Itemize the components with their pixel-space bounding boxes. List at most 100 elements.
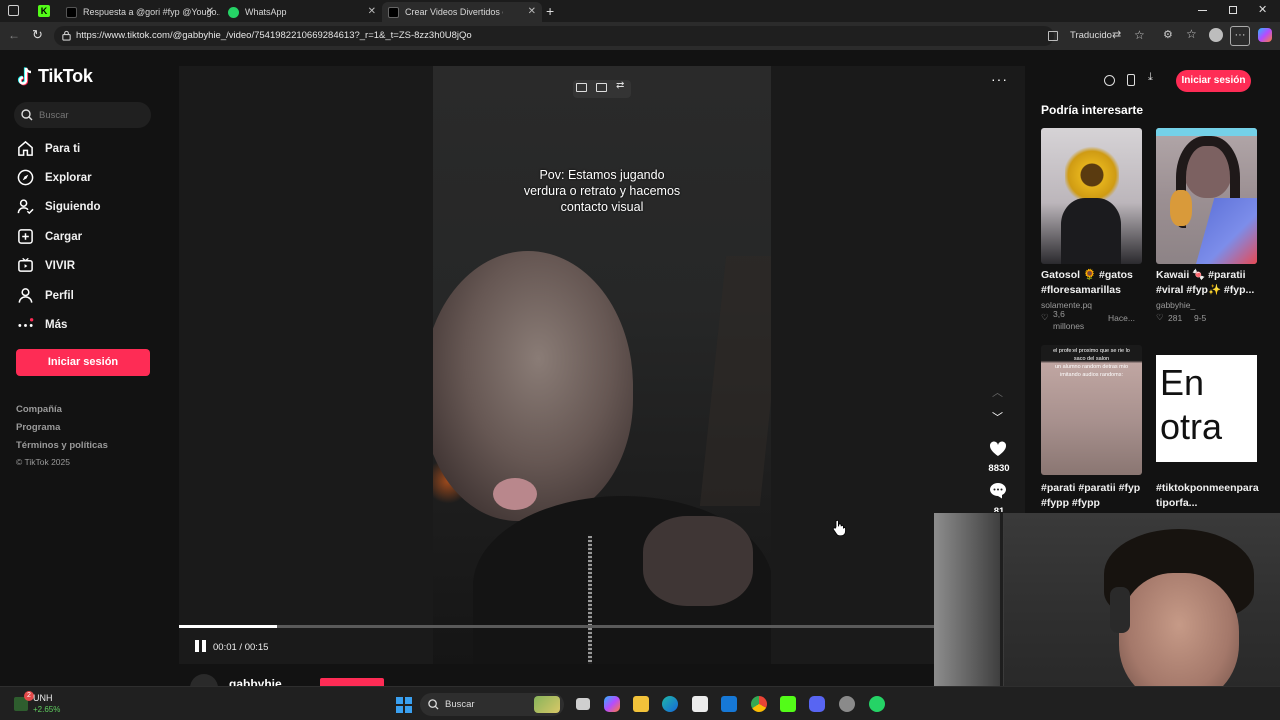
prev-video-icon[interactable]: ︿ bbox=[992, 384, 1003, 400]
tab-title: Crear Videos Divertidos con ... bbox=[405, 7, 503, 17]
taskbar-search[interactable]: Buscar bbox=[420, 693, 564, 716]
kick-icon[interactable] bbox=[780, 696, 796, 712]
nav-para-ti[interactable]: Para ti bbox=[17, 140, 80, 157]
close-window-icon[interactable]: ✕ bbox=[1258, 3, 1267, 16]
compass-icon bbox=[17, 169, 34, 186]
windows-taskbar: 2 UNH +2.65% Buscar bbox=[0, 686, 1280, 720]
progress-track[interactable] bbox=[179, 625, 934, 628]
search-bar[interactable] bbox=[14, 102, 151, 128]
suggestion-thumbnail[interactable] bbox=[1041, 128, 1142, 264]
video-player[interactable]: ⇄ Pov: Estamos jugando verdura o retrato… bbox=[179, 66, 1025, 664]
copilot-app-icon[interactable] bbox=[604, 696, 620, 712]
close-tab-icon[interactable]: ✕ bbox=[368, 6, 376, 17]
nav-label: Más bbox=[45, 318, 68, 331]
video-frame[interactable]: ⇄ Pov: Estamos jugando verdura o retrato… bbox=[433, 66, 771, 664]
pause-icon[interactable] bbox=[195, 640, 206, 652]
compass-tool-icon[interactable] bbox=[1104, 75, 1115, 86]
close-tab-icon[interactable]: ✕ bbox=[528, 6, 536, 17]
login-button[interactable]: Iniciar sesión bbox=[16, 349, 150, 376]
whatsapp-icon[interactable] bbox=[869, 696, 885, 712]
translate-video-icon[interactable]: ⇄ bbox=[616, 80, 624, 91]
nav-label: VIVIR bbox=[45, 259, 76, 272]
author-name[interactable]: gabbyhie_ bbox=[229, 677, 288, 686]
minimize-icon[interactable] bbox=[1198, 10, 1207, 11]
download-tool-icon[interactable]: ⤓ bbox=[1148, 71, 1153, 84]
favorite-star-icon[interactable]: ☆ bbox=[1134, 28, 1145, 42]
nav-vivir[interactable]: VIVIR bbox=[17, 257, 75, 274]
cat-shape bbox=[1061, 198, 1121, 264]
chrome-icon[interactable] bbox=[751, 696, 767, 712]
follow-button[interactable] bbox=[320, 678, 384, 686]
suggestion-thumbnail[interactable]: En otra bbox=[1156, 355, 1257, 462]
footer-terms[interactable]: Términos y políticas bbox=[16, 440, 108, 451]
pip-icon[interactable] bbox=[576, 83, 587, 92]
pinned-tab-icon[interactable]: K bbox=[38, 5, 50, 17]
file-explorer-icon[interactable] bbox=[633, 696, 649, 712]
search-input[interactable] bbox=[39, 107, 139, 123]
search-icon bbox=[21, 109, 33, 121]
reader-icon[interactable] bbox=[1048, 31, 1058, 41]
nav-siguiendo[interactable]: Siguiendo bbox=[17, 198, 101, 215]
footer-company[interactable]: Compañía bbox=[16, 404, 62, 415]
suggestion-thumbnail[interactable]: el profe:el proximo que se rie lo saco d… bbox=[1041, 345, 1142, 475]
upload-icon bbox=[18, 229, 33, 244]
nav-perfil[interactable]: Perfil bbox=[17, 287, 74, 304]
sunflower-shape bbox=[1065, 146, 1119, 204]
close-tab-icon[interactable]: ✕ bbox=[206, 6, 214, 17]
nav-mas[interactable]: Más bbox=[17, 316, 67, 333]
more-icon bbox=[18, 318, 34, 327]
start-button-icon[interactable] bbox=[396, 697, 412, 713]
edge-icon[interactable] bbox=[662, 696, 678, 712]
tab-whatsapp[interactable]: WhatsApp ✕ bbox=[222, 2, 382, 22]
sidebar-toggle-icon[interactable] bbox=[8, 5, 19, 16]
nav-label: Perfil bbox=[45, 289, 74, 302]
more-options-icon[interactable]: ··· bbox=[991, 71, 1008, 87]
tab-crear-videos[interactable]: Crear Videos Divertidos con ... ✕ bbox=[382, 2, 542, 22]
game-character-shape bbox=[1170, 190, 1192, 226]
comment-icon[interactable] bbox=[989, 482, 1007, 499]
card-like-icon: ♡ bbox=[1156, 312, 1164, 322]
profile-avatar-icon[interactable] bbox=[1209, 28, 1223, 42]
next-video-icon[interactable]: ﹀ bbox=[992, 409, 1003, 425]
card-time: 9-5 bbox=[1194, 313, 1207, 323]
person-head-shape bbox=[433, 251, 633, 521]
reload-icon[interactable]: ↻ bbox=[32, 27, 43, 43]
new-tab-icon[interactable]: + bbox=[546, 3, 554, 19]
like-heart-icon[interactable] bbox=[989, 441, 1007, 457]
discord-icon[interactable] bbox=[809, 696, 825, 712]
translate-icon[interactable]: ⇄ bbox=[1112, 28, 1121, 41]
card-title: Kawaii 🍬 #paratii #viral #fyp✨ #fyp... bbox=[1156, 269, 1255, 296]
hand-cursor-icon bbox=[832, 519, 846, 536]
person-lips-shape bbox=[493, 478, 537, 510]
extensions-icon[interactable]: ⚙ bbox=[1163, 28, 1173, 41]
back-icon[interactable]: ← bbox=[8, 28, 20, 42]
tab-respuesta[interactable]: Respuesta a @gori #fyp @Yougo... ✕ bbox=[60, 2, 220, 22]
site-info-icon[interactable] bbox=[61, 30, 72, 41]
whatsapp-tab-icon bbox=[228, 6, 239, 18]
phone-tool-icon[interactable] bbox=[1127, 74, 1135, 86]
thumbnail-overlay-text: En otra bbox=[1160, 362, 1223, 447]
footer-copyright: © TikTok 2025 bbox=[16, 457, 70, 467]
header-login-button[interactable]: Iniciar sesión bbox=[1176, 70, 1251, 92]
task-view-icon[interactable] bbox=[576, 698, 590, 710]
tiktok-logo[interactable]: TikTok bbox=[17, 66, 93, 87]
search-icon bbox=[428, 699, 439, 710]
restore-icon[interactable] bbox=[1229, 6, 1237, 14]
store-icon[interactable] bbox=[692, 696, 708, 712]
stock-widget[interactable]: 2 UNH +2.65% bbox=[8, 691, 88, 717]
suggestion-thumbnail[interactable] bbox=[1156, 128, 1257, 264]
settings-app-icon[interactable] bbox=[839, 696, 855, 712]
copilot-icon[interactable] bbox=[1258, 28, 1272, 42]
url-field[interactable]: https://www.tiktok.com/@gabbyhie_/video/… bbox=[54, 26, 1145, 46]
miniplayer-icon[interactable] bbox=[596, 83, 607, 92]
translate-label[interactable]: Traducido bbox=[1070, 30, 1112, 41]
video-caption: Pov: Estamos jugando verdura o retrato y… bbox=[433, 167, 771, 215]
footer-program[interactable]: Programa bbox=[16, 422, 60, 433]
progress-fill bbox=[179, 625, 278, 628]
tiktok-tab-icon bbox=[66, 6, 77, 18]
nav-cargar[interactable]: Cargar bbox=[17, 228, 82, 245]
favorites-icon[interactable]: ☆ bbox=[1186, 27, 1197, 41]
browser-menu-icon[interactable]: ··· bbox=[1230, 26, 1250, 46]
outlook-icon[interactable] bbox=[721, 696, 737, 712]
nav-explorar[interactable]: Explorar bbox=[17, 169, 92, 186]
